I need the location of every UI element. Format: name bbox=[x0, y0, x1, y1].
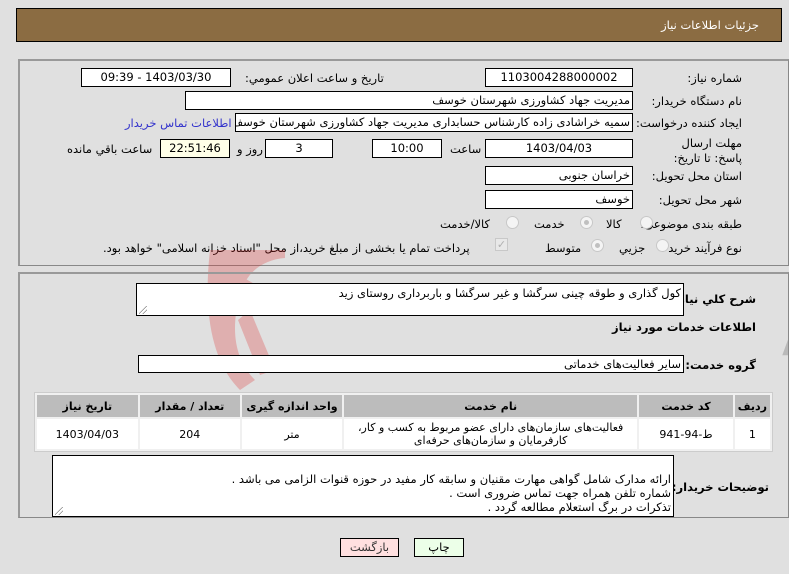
category-radio-goods-service[interactable] bbox=[506, 216, 519, 229]
buyer-notes-textarea[interactable]: ارائه مدارک شامل گواهی مهارت مقنیان و سا… bbox=[52, 455, 674, 517]
deadline-time-label: ساعت bbox=[450, 142, 482, 156]
deadline-time-field: 10:00 bbox=[372, 139, 442, 158]
treasury-checkbox[interactable]: ✓ bbox=[495, 238, 508, 251]
buyer-org-field: مدیریت جهاد کشاورزی شهرستان خوسف bbox=[185, 91, 633, 110]
category-option-goods: کالا bbox=[606, 217, 622, 231]
requester-label: ایجاد کننده درخواست: bbox=[636, 116, 742, 130]
resize-grip-icon[interactable] bbox=[139, 306, 147, 314]
category-label: طبقه بندی موضوعی: bbox=[640, 217, 742, 231]
category-radio-goods[interactable] bbox=[640, 216, 653, 229]
col-header-date: تاریخ نیاز bbox=[37, 395, 138, 417]
city-label: شهر محل تحویل: bbox=[658, 193, 742, 207]
remaining-time-label: ساعت باقي مانده bbox=[67, 142, 153, 156]
province-field: خراسان جنوبی bbox=[485, 166, 633, 185]
buyer-contact-link[interactable]: اطلاعات تماس خریدار bbox=[125, 116, 232, 130]
remaining-time-field: 22:51:46 bbox=[160, 139, 230, 158]
announce-datetime-label: تاریخ و ساعت اعلان عمومي: bbox=[245, 71, 384, 85]
treasury-checkbox-label: پرداخت تمام یا بخشی از مبلغ خرید،از محل … bbox=[103, 241, 470, 255]
col-header-unit: واحد اندازه گیری bbox=[241, 395, 343, 417]
services-heading: اطلاعات خدمات مورد نیاز bbox=[612, 320, 756, 334]
buyer-org-label: نام دستگاه خریدار: bbox=[651, 94, 742, 108]
cell-unit: متر bbox=[241, 419, 343, 449]
category-radio-service[interactable] bbox=[580, 216, 593, 229]
print-button[interactable]: چاپ bbox=[414, 538, 464, 557]
category-option-service: خدمت bbox=[534, 217, 565, 231]
table-header-row: ردیف کد خدمت نام خدمت واحد اندازه گیری ت… bbox=[37, 395, 770, 417]
deadline-label: مهلت ارسال پاسخ: تا تاریخ: bbox=[673, 136, 742, 165]
need-number-field: 1103004288000002 bbox=[485, 68, 633, 87]
purchase-option-medium: متوسط bbox=[545, 241, 582, 255]
resize-grip-icon[interactable] bbox=[55, 507, 63, 515]
col-header-code: کد خدمت bbox=[639, 395, 733, 417]
deadline-days-label: روز و bbox=[237, 142, 263, 156]
col-header-name: نام خدمت bbox=[344, 395, 638, 417]
table-row: 1 ط-94-941 فعالیت‌های سازمان‌های دارای ع… bbox=[37, 419, 770, 449]
service-group-label: گروه خدمت: bbox=[685, 358, 756, 372]
description-text: کول گذاری و طوقه چینی سرگشا و غیر سرگشا … bbox=[338, 286, 681, 300]
cell-qty: 204 bbox=[139, 419, 240, 449]
description-textarea[interactable]: کول گذاری و طوقه چینی سرگشا و غیر سرگشا … bbox=[136, 283, 684, 316]
buyer-notes-label: توضیحات خریدار: bbox=[671, 480, 769, 494]
col-header-row-num: ردیف bbox=[734, 395, 770, 417]
page-header: جزئیات اطلاعات نیاز bbox=[16, 8, 782, 42]
cell-date: 1403/04/03 bbox=[37, 419, 138, 449]
services-table: ردیف کد خدمت نام خدمت واحد اندازه گیری ت… bbox=[34, 392, 773, 452]
page-title: جزئیات اطلاعات نیاز bbox=[661, 18, 759, 32]
service-group-field: سایر فعالیت‌های خدماتی bbox=[138, 355, 684, 373]
cell-name: فعالیت‌های سازمان‌های دارای عضو مربوط به… bbox=[344, 419, 638, 449]
purchase-radio-minor[interactable] bbox=[656, 239, 669, 252]
province-label: استان محل تحویل: bbox=[651, 169, 742, 183]
cell-row-num: 1 bbox=[734, 419, 770, 449]
back-button[interactable]: بازگشت bbox=[340, 538, 399, 557]
col-header-qty: تعداد / مقدار bbox=[139, 395, 240, 417]
requester-field: سمیه خراشادی زاده کارشناس حسابداری مدیری… bbox=[235, 113, 633, 132]
cell-code: ط-94-941 bbox=[639, 419, 733, 449]
purchase-radio-medium[interactable] bbox=[591, 239, 604, 252]
need-number-label: شماره نیاز: bbox=[687, 71, 742, 85]
buyer-notes-text: ارائه مدارک شامل گواهی مهارت مقنیان و سا… bbox=[231, 472, 671, 514]
city-field: خوسف bbox=[485, 190, 633, 209]
deadline-date-field: 1403/04/03 bbox=[485, 139, 633, 158]
description-label: شرح کلي نیاز: bbox=[673, 292, 756, 306]
category-option-goods-service: کالا/خدمت bbox=[440, 217, 491, 231]
announce-datetime-field: 1403/03/30 - 09:39 bbox=[81, 68, 231, 87]
purchase-option-minor: جزیي bbox=[619, 241, 646, 255]
deadline-days-field: 3 bbox=[265, 139, 333, 158]
purchase-type-label: نوع فرآیند خرید : bbox=[660, 241, 742, 255]
